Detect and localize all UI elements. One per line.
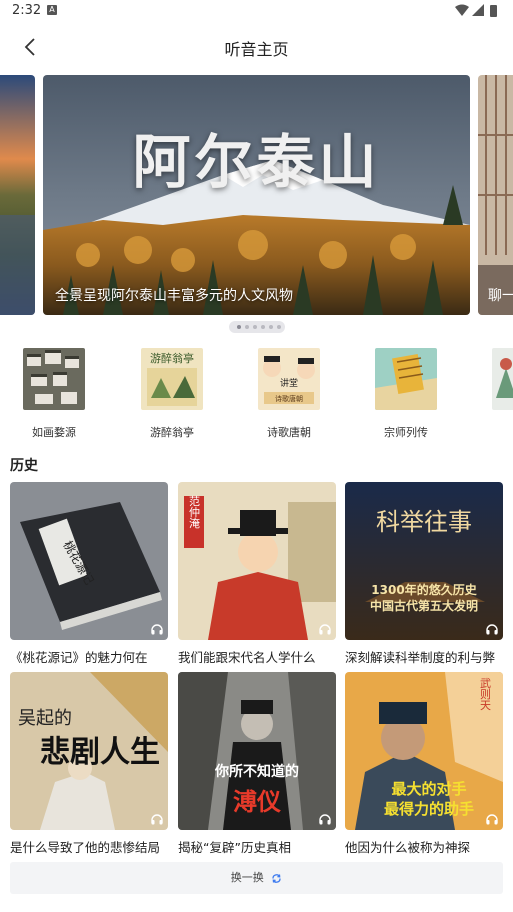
pagination-dot xyxy=(261,325,265,329)
headphone-icon xyxy=(319,624,331,635)
program-card[interactable]: 范仲淹 我们能跟宋代名人学什么 xyxy=(178,482,336,666)
category-thumb xyxy=(375,348,437,410)
thumb-art-text: 武则天 xyxy=(479,677,492,711)
refresh-label: 换一换 xyxy=(230,871,264,884)
program-thumb: 桃花源记 xyxy=(10,482,168,640)
banner-main-art-text: 阿尔泰山 xyxy=(132,128,381,196)
signal-icon xyxy=(472,4,484,16)
program-title: 我们能跟宋代名人学什么 xyxy=(178,650,316,665)
status-time: 2:32 xyxy=(12,3,42,18)
pagination-dot xyxy=(277,325,281,329)
category-label: 游醉翁亭 xyxy=(150,426,194,439)
category-item[interactable]: 游醉翁亭 游醉翁亭 xyxy=(132,348,212,440)
nav-bar: 听音主页 xyxy=(0,22,513,72)
pagination-dot xyxy=(253,325,257,329)
banner-next-title: 聊一 xyxy=(488,288,513,304)
section-title: 历史 xyxy=(10,458,38,474)
program-card[interactable]: 桃花源记 《桃花源记》的魅力何在 xyxy=(10,482,168,666)
category-thumb: 讲堂 诗歌唐朝 xyxy=(258,348,320,410)
banner-main-title: 全景呈现阿尔泰山丰富多元的人文风物 xyxy=(55,288,293,304)
page-title: 听音主页 xyxy=(224,40,289,59)
category-item[interactable]: 宗师列传 xyxy=(366,348,446,440)
category-label: 诗歌唐朝 xyxy=(267,426,311,439)
thumb-art-text: 你所不知道的 xyxy=(214,763,299,780)
thumb-art-text: 溥仪 xyxy=(233,787,282,816)
program-title: 深刻解读科举制度的利与弊 xyxy=(345,650,496,665)
headphone-icon xyxy=(319,814,331,825)
program-thumb: 你所不知道的 溥仪 xyxy=(178,672,336,830)
headphone-icon xyxy=(151,624,163,635)
carousel-pagination xyxy=(229,321,285,333)
pagination-dot xyxy=(269,325,273,329)
program-title: 是什么导致了他的悲惨结局 xyxy=(10,840,161,855)
wifi-icon xyxy=(455,4,469,16)
banner-main[interactable]: 阿尔泰山 全景呈现阿尔泰山丰富多元的人文风物 xyxy=(43,75,470,315)
category-thumb xyxy=(492,348,513,410)
program-thumb: 吴起的 悲剧人生 xyxy=(10,672,168,830)
category-label: 宗师列传 xyxy=(384,426,428,439)
battery-icon xyxy=(490,5,497,17)
program-card[interactable]: 武则天 最大的对手 最得力的助手 他因为什么被称为神探 xyxy=(345,672,503,856)
headphone-icon xyxy=(151,814,163,825)
svg-text:讲堂: 讲堂 xyxy=(280,377,298,389)
program-thumb: 范仲淹 xyxy=(178,482,336,640)
banner-prev[interactable] xyxy=(0,75,35,315)
category-item[interactable]: 如画婺源 xyxy=(14,348,94,440)
status-bar: 2:32 A xyxy=(0,0,513,22)
headphone-icon xyxy=(486,814,498,825)
banner-carousel[interactable]: 阿尔泰山 全景呈现阿尔泰山丰富多元的人文风物 聊一 xyxy=(0,75,513,315)
program-card[interactable]: 吴起的 悲剧人生 是什么导致了他的悲惨结局 xyxy=(10,672,168,856)
refresh-icon xyxy=(272,873,281,883)
program-title: 他因为什么被称为神探 xyxy=(345,840,471,855)
program-thumb: 科举往事 1300年的悠久历史 中国古代第五大发明 xyxy=(345,482,503,640)
category-item[interactable]: 春 xyxy=(483,348,513,440)
category-thumb xyxy=(23,348,85,410)
pagination-dot xyxy=(245,325,249,329)
thumb-art-subtext: 1300年的悠久历史 xyxy=(371,582,477,597)
notification-a-icon: A xyxy=(47,5,57,15)
pagination-dot xyxy=(237,325,241,329)
thumb-art-text: 最大的对手 xyxy=(391,780,466,798)
category-item[interactable]: 讲堂 诗歌唐朝 诗歌唐朝 xyxy=(249,348,329,440)
category-row: 如画婺源 游醉翁亭 游醉翁亭 讲堂 诗歌唐朝 诗歌唐朝 宗师列传 xyxy=(0,348,513,443)
program-title: 《桃花源记》的魅力何在 xyxy=(10,650,148,665)
status-icons xyxy=(455,4,497,17)
headphone-icon xyxy=(486,624,498,635)
svg-text:游醉翁亭: 游醉翁亭 xyxy=(150,351,194,365)
banner-next[interactable]: 聊一 xyxy=(478,75,513,315)
thumb-art-text: 科举往事 xyxy=(376,508,472,536)
svg-text:诗歌唐朝: 诗歌唐朝 xyxy=(275,394,303,403)
thumb-art-text: 吴起的 xyxy=(18,708,72,729)
refresh-button[interactable]: 换一换 xyxy=(10,862,503,894)
program-card[interactable]: 科举往事 1300年的悠久历史 中国古代第五大发明 深刻解读科举制度的利与弊 xyxy=(345,482,503,666)
thumb-art-text: 范仲淹 xyxy=(188,494,201,528)
thumb-art-text: 悲剧人生 xyxy=(40,735,160,770)
program-card[interactable]: 你所不知道的 溥仪 揭秘“复辟”历史真相 xyxy=(178,672,336,856)
thumb-art-text: 最得力的助手 xyxy=(384,800,474,818)
category-label: 如画婺源 xyxy=(32,426,76,439)
category-thumb: 游醉翁亭 xyxy=(141,348,203,410)
category-label: 春 xyxy=(483,424,513,440)
program-title: 揭秘“复辟”历史真相 xyxy=(178,840,291,855)
thumb-art-subtext: 中国古代第五大发明 xyxy=(370,598,478,613)
program-thumb: 武则天 最大的对手 最得力的助手 xyxy=(345,672,503,830)
